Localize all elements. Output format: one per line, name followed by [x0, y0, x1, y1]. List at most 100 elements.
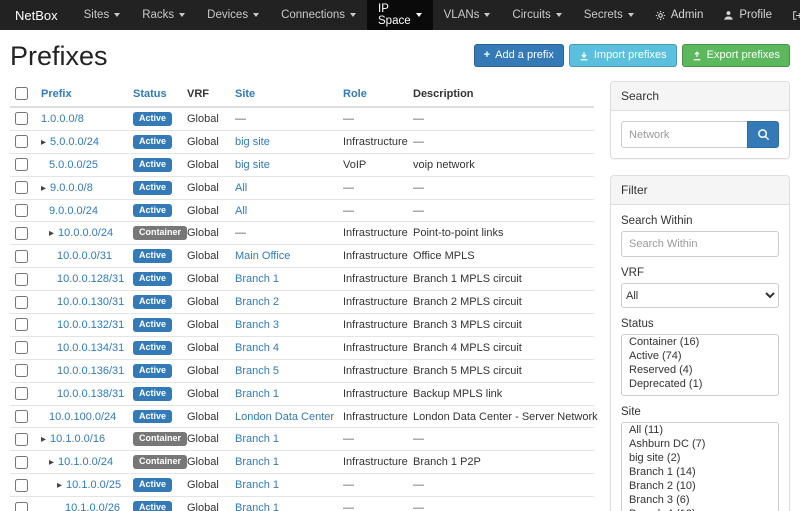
nav-item-secrets[interactable]: Secrets	[573, 0, 645, 30]
row-checkbox[interactable]	[15, 227, 28, 240]
row-checkbox[interactable]	[15, 479, 28, 492]
nav-item-connections[interactable]: Connections	[270, 0, 367, 30]
nav-item-devices[interactable]: Devices	[196, 0, 270, 30]
prefix-link[interactable]: 10.0.0.132/31	[57, 319, 124, 331]
row-select-cell	[10, 130, 36, 153]
row-checkbox[interactable]	[15, 181, 28, 194]
prefix-link[interactable]: 10.1.0.0/25	[66, 479, 121, 491]
row-checkbox[interactable]	[15, 204, 28, 217]
role-cell: Infrastructure	[338, 451, 408, 474]
expand-arrow-icon[interactable]: ▸	[49, 457, 54, 468]
search-input[interactable]	[621, 121, 747, 148]
listbox-option[interactable]: All (11)	[622, 423, 778, 437]
expand-arrow-icon[interactable]: ▸	[41, 434, 46, 445]
brand-logo[interactable]: NetBox	[0, 0, 73, 30]
site-link[interactable]: Branch 3	[235, 319, 279, 331]
listbox-option[interactable]: Deprecated (1)	[622, 377, 778, 391]
vrf-select[interactable]: All	[621, 283, 779, 308]
site-link[interactable]: Branch 1	[235, 433, 279, 445]
site-link[interactable]: Branch 1	[235, 273, 279, 285]
expand-arrow-icon[interactable]: ▸	[57, 480, 62, 491]
import-prefixes-button[interactable]: Import prefixes	[569, 44, 677, 67]
listbox-option[interactable]: Branch 4 (12)	[622, 507, 778, 511]
listbox-option[interactable]: Branch 3 (6)	[622, 493, 778, 507]
status-filter-listbox[interactable]: Container (16)Active (74)Reserved (4)Dep…	[621, 334, 779, 396]
row-checkbox[interactable]	[15, 296, 28, 309]
listbox-option[interactable]: Active (74)	[622, 349, 778, 363]
prefix-link[interactable]: 10.0.0.0/31	[57, 250, 112, 262]
search-button[interactable]	[747, 121, 779, 148]
site-link[interactable]: big site	[235, 159, 270, 171]
site-link[interactable]: All	[235, 205, 247, 217]
row-checkbox[interactable]	[15, 250, 28, 263]
site-filter-listbox[interactable]: All (11)Ashburn DC (7)big site (2)Branch…	[621, 422, 779, 511]
prefix-link[interactable]: 10.0.0.138/31	[57, 388, 124, 400]
site-link[interactable]: London Data Center	[235, 411, 334, 423]
site-link[interactable]: Branch 5	[235, 365, 279, 377]
row-checkbox[interactable]	[15, 158, 28, 171]
site-link[interactable]: Branch 1	[235, 456, 279, 468]
add-a-prefix-button[interactable]: +Add a prefix	[474, 44, 564, 67]
row-checkbox[interactable]	[15, 433, 28, 446]
search-within-input[interactable]	[621, 231, 779, 257]
prefix-link[interactable]: 10.1.0.0/24	[58, 456, 113, 468]
nav-util-log-out[interactable]: Log out	[782, 0, 800, 30]
nav-util-admin[interactable]: Admin	[645, 0, 714, 30]
listbox-option[interactable]: Ashburn DC (7)	[622, 437, 778, 451]
row-checkbox[interactable]	[15, 410, 28, 423]
row-checkbox[interactable]	[15, 112, 28, 125]
export-prefixes-button[interactable]: Export prefixes	[682, 44, 790, 67]
expand-arrow-icon[interactable]: ▸	[49, 228, 54, 239]
nav-item-racks[interactable]: Racks	[131, 0, 196, 30]
column-header-prefix[interactable]: Prefix	[36, 81, 128, 107]
prefix-link[interactable]: 5.0.0.0/25	[49, 159, 98, 171]
expand-arrow-icon[interactable]: ▸	[41, 137, 46, 148]
row-checkbox[interactable]	[15, 135, 28, 148]
row-checkbox[interactable]	[15, 273, 28, 286]
listbox-option[interactable]: Reserved (4)	[622, 363, 778, 377]
row-checkbox[interactable]	[15, 387, 28, 400]
prefix-link[interactable]: 10.1.0.0/16	[50, 433, 105, 445]
row-checkbox[interactable]	[15, 456, 28, 469]
select-all-checkbox[interactable]	[15, 87, 28, 100]
listbox-option[interactable]: Container (16)	[622, 335, 778, 349]
prefix-link[interactable]: 10.1.0.0/26	[65, 502, 120, 511]
prefix-link[interactable]: 9.0.0.0/24	[49, 205, 98, 217]
site-link[interactable]: big site	[235, 136, 270, 148]
site-link[interactable]: Branch 1	[235, 502, 279, 511]
status-cell: Active	[128, 336, 182, 359]
site-link[interactable]: Branch 2	[235, 296, 279, 308]
nav-item-vlans[interactable]: VLANs	[433, 0, 502, 30]
nav-item-sites[interactable]: Sites	[73, 0, 132, 30]
site-link[interactable]: All	[235, 182, 247, 194]
row-checkbox[interactable]	[15, 364, 28, 377]
nav-item-ip-space[interactable]: IP Space	[367, 0, 433, 30]
nav-item-circuits[interactable]: Circuits	[501, 0, 572, 30]
row-checkbox[interactable]	[15, 318, 28, 331]
prefix-link[interactable]: 10.0.0.130/31	[57, 296, 124, 308]
column-header-status[interactable]: Status	[128, 81, 182, 107]
row-checkbox[interactable]	[15, 341, 28, 354]
listbox-option[interactable]: big site (2)	[622, 451, 778, 465]
listbox-option[interactable]: Branch 1 (14)	[622, 465, 778, 479]
prefix-link[interactable]: 10.0.100.0/24	[49, 411, 116, 423]
prefix-link[interactable]: 10.0.0.0/24	[58, 227, 113, 239]
row-checkbox[interactable]	[15, 502, 28, 511]
prefix-link[interactable]: 10.0.0.136/31	[57, 365, 124, 377]
site-link[interactable]: Main Office	[235, 250, 290, 262]
prefix-link[interactable]: 9.0.0.0/8	[50, 182, 93, 194]
listbox-option[interactable]: Branch 2 (10)	[622, 479, 778, 493]
prefix-link[interactable]: 5.0.0.0/24	[50, 136, 99, 148]
expand-arrow-icon[interactable]: ▸	[41, 183, 46, 194]
prefix-link[interactable]: 10.0.0.134/31	[57, 342, 124, 354]
prefix-link[interactable]: 10.0.0.128/31	[57, 273, 124, 285]
site-link[interactable]: Branch 1	[235, 388, 279, 400]
site-link[interactable]: Branch 1	[235, 479, 279, 491]
column-header-role[interactable]: Role	[338, 81, 408, 107]
site-cell: Branch 1	[230, 451, 338, 474]
site-link[interactable]: Branch 4	[235, 342, 279, 354]
column-header-site[interactable]: Site	[230, 81, 338, 107]
vrf-cell: Global	[182, 451, 230, 474]
prefix-link[interactable]: 1.0.0.0/8	[41, 113, 84, 125]
nav-util-profile[interactable]: Profile	[713, 0, 782, 30]
